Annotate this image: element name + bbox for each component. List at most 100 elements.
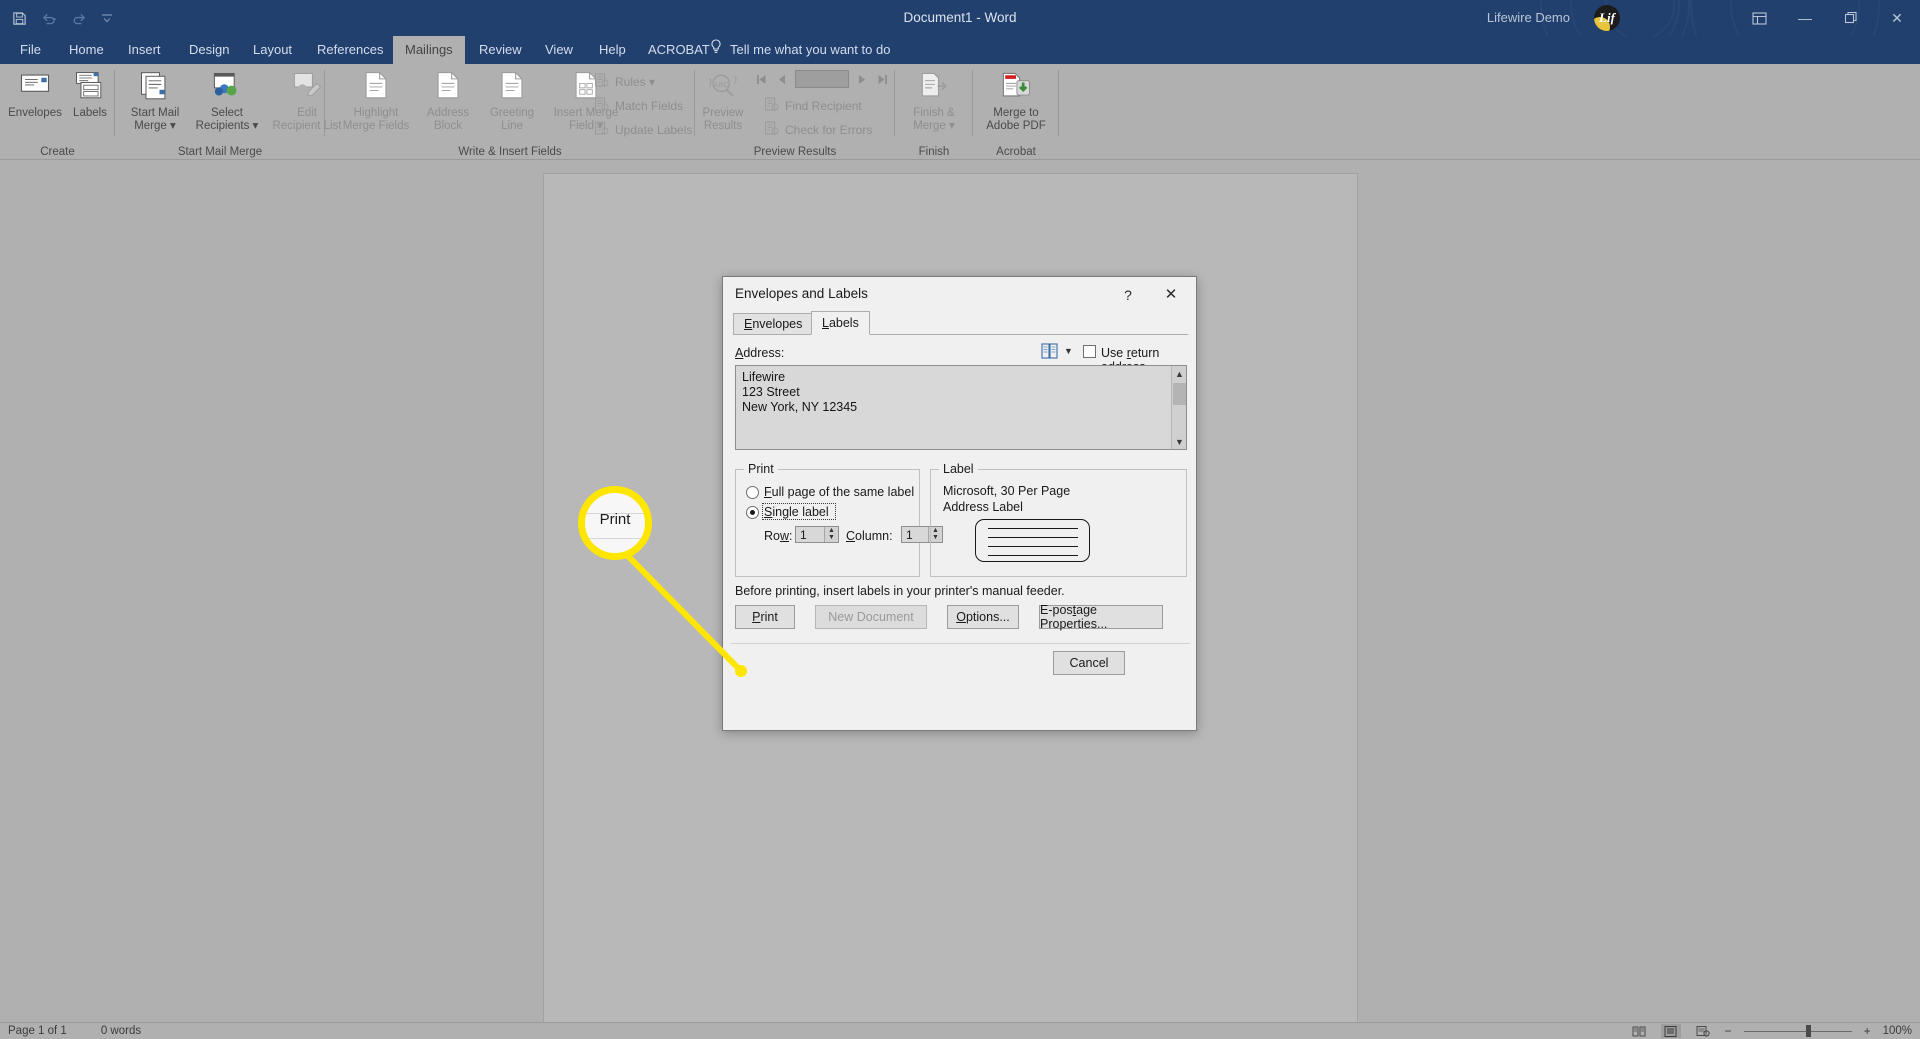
title-bar: Document1 - Word Lifewire Demo Lif — ✕ S… [0, 0, 1920, 57]
page-count[interactable]: Page 1 of 1 [8, 1023, 67, 1039]
ribbon-button-highlight-merge-fields: Highlight Merge Fields [335, 68, 417, 132]
ribbon-button-preview-results: ABC Preview Results [690, 68, 756, 132]
ribbon-button-label: Check for Errors [785, 123, 873, 137]
ribbon-button-label: Preview Results [702, 107, 744, 132]
address-block-icon [417, 70, 479, 104]
cancel-label: Cancel [1069, 656, 1109, 670]
labels-icon [66, 70, 114, 104]
tell-me-search[interactable]: Tell me what you want to do [710, 36, 890, 64]
print-group: Print Full page of the same label Single… [735, 462, 943, 577]
ribbon[interactable]: Create Start Mail Merge Write & Insert Fie… [0, 64, 1920, 160]
match-fields-icon [594, 97, 609, 115]
tab-mailings[interactable]: Mailings [393, 36, 465, 64]
group-label: Write & Insert Fields [458, 146, 562, 158]
ribbon-button-label: Select Recipients ▾ [195, 107, 259, 132]
ribbon-button-start-mail-merge[interactable]: Start Mail Merge ▾ [122, 68, 188, 132]
tab-view[interactable]: View [533, 36, 585, 64]
options-button[interactable]: Options... [947, 605, 1019, 629]
chevron-down-icon[interactable]: ▼ [1064, 346, 1073, 356]
ribbon-button-envelope[interactable]: Envelopes [4, 68, 66, 120]
window-buttons[interactable]: — ✕ [1736, 0, 1920, 36]
envelope-icon [4, 70, 66, 104]
scroll-up-icon[interactable]: ▲ [1172, 366, 1187, 381]
greeting-line-icon [479, 70, 545, 104]
ribbon-button-label: Merge to Adobe PDF [986, 107, 1046, 132]
close-icon[interactable]: ✕ [1158, 284, 1184, 306]
envelopes-and-labels-dialog[interactable]: Envelopes and Labels ? ✕ Envelopes Label… [722, 276, 1197, 731]
e-postage-properties-button[interactable]: E-postage Properties... [1039, 603, 1163, 631]
ribbon-button-label: Rules ▾ [615, 75, 656, 89]
group-label: Create [40, 146, 75, 158]
tab-labels-accel: L [822, 316, 829, 330]
label-vendor: Microsoft, 30 Per Page [943, 484, 1071, 498]
new-document-label: New Document [828, 610, 914, 624]
tab-layout[interactable]: Layout [241, 36, 304, 64]
close-button[interactable]: ✕ [1874, 0, 1920, 36]
zoom-in-button[interactable]: + [1864, 1024, 1871, 1038]
column-label: Column: [846, 529, 893, 543]
row-stepper[interactable]: 1 ▲ ▼ [795, 526, 839, 543]
tab-references[interactable]: References [305, 36, 395, 64]
ribbon-button-label: Find Recipient [785, 99, 862, 113]
zoom-slider[interactable] [1743, 1024, 1852, 1038]
finish-merge-icon [898, 70, 970, 104]
group-label: Finish [918, 146, 950, 158]
restore-button[interactable] [1828, 0, 1874, 36]
read-mode-icon[interactable] [1629, 1024, 1649, 1038]
update-labels-icon [594, 121, 609, 139]
use-return-address-checkbox[interactable] [1083, 345, 1096, 358]
ribbon-button-select-recipients[interactable]: Select Recipients ▾ [188, 68, 266, 132]
ribbon-button-label: Envelopes [8, 107, 62, 119]
printer-hint: Before printing, insert labels in your p… [735, 584, 1065, 598]
address-scrollbar[interactable]: ▲ ▼ [1171, 366, 1186, 449]
minimize-button[interactable]: — [1782, 0, 1828, 36]
tab-insert[interactable]: Insert [116, 36, 173, 64]
ribbon-button-label: Finish & Merge ▾ [913, 107, 955, 132]
tab-help[interactable]: Help [587, 36, 638, 64]
zoom-thumb[interactable] [1805, 1025, 1811, 1037]
word-count[interactable]: 0 words [101, 1023, 141, 1039]
zoom-out-button[interactable]: − [1725, 1024, 1732, 1038]
address-book-icon[interactable] [1041, 343, 1059, 359]
row-down-icon[interactable]: ▼ [825, 534, 838, 541]
ribbon-button-merge-to-adobe-pdf[interactable]: Merge to Adobe PDF [975, 68, 1057, 132]
address-input[interactable]: Lifewire 123 Street New York, NY 12345 ▲… [735, 365, 1187, 450]
avatar[interactable]: Lif [1594, 5, 1620, 31]
print-button[interactable]: Print [735, 605, 795, 629]
radio-full-page-label[interactable]: Full page of the same label [764, 485, 914, 499]
svg-text:ABC: ABC [714, 80, 729, 89]
tab-file[interactable]: File [8, 36, 53, 64]
tab-underline [733, 334, 1188, 335]
cancel-button[interactable]: Cancel [1053, 651, 1125, 675]
focus-ring [762, 503, 836, 520]
label-sheet-preview[interactable] [975, 519, 1090, 562]
status-bar: Page 1 of 1 0 words − + 100% [0, 1022, 1920, 1038]
ribbon-button-greeting-line: Greeting Line [479, 68, 545, 132]
tab-acrobat[interactable]: ACROBAT [636, 36, 722, 64]
tab-labels[interactable]: Labels [811, 311, 870, 335]
tab-design[interactable]: Design [177, 36, 241, 64]
scroll-down-icon[interactable]: ▼ [1172, 434, 1187, 449]
lightbulb-icon [710, 36, 722, 64]
web-layout-icon[interactable] [1693, 1024, 1713, 1038]
radio-single-label[interactable] [746, 506, 759, 519]
tab-home[interactable]: Home [57, 36, 116, 64]
ribbon-button-finish-merge: Finish & Merge ▾ [898, 68, 970, 132]
help-icon[interactable]: ? [1116, 284, 1140, 306]
row-stepper-arrows[interactable]: ▲ ▼ [824, 527, 838, 542]
tab-review[interactable]: Review [467, 36, 534, 64]
ribbon-button-label: Address Block [426, 107, 470, 132]
row-up-icon[interactable]: ▲ [825, 527, 838, 534]
tab-envelopes[interactable]: Envelopes [733, 313, 814, 335]
radio-full-page[interactable] [746, 486, 759, 499]
ribbon-display-options-icon[interactable] [1736, 0, 1782, 36]
ribbon-button-labels[interactable]: Labels [66, 68, 114, 120]
scroll-thumb[interactable] [1173, 383, 1186, 405]
account-name[interactable]: Lifewire Demo [1487, 0, 1570, 36]
group-label: Preview Results [753, 146, 837, 158]
zoom-level[interactable]: 100% [1883, 1025, 1912, 1037]
new-document-button[interactable]: New Document [815, 605, 927, 629]
ribbon-button-find-recipient: Find Recipient [764, 96, 862, 116]
ribbon-tab-strip[interactable]: File Home Insert Design Layout References Mail… [0, 36, 1920, 64]
print-layout-icon[interactable] [1660, 1024, 1681, 1038]
